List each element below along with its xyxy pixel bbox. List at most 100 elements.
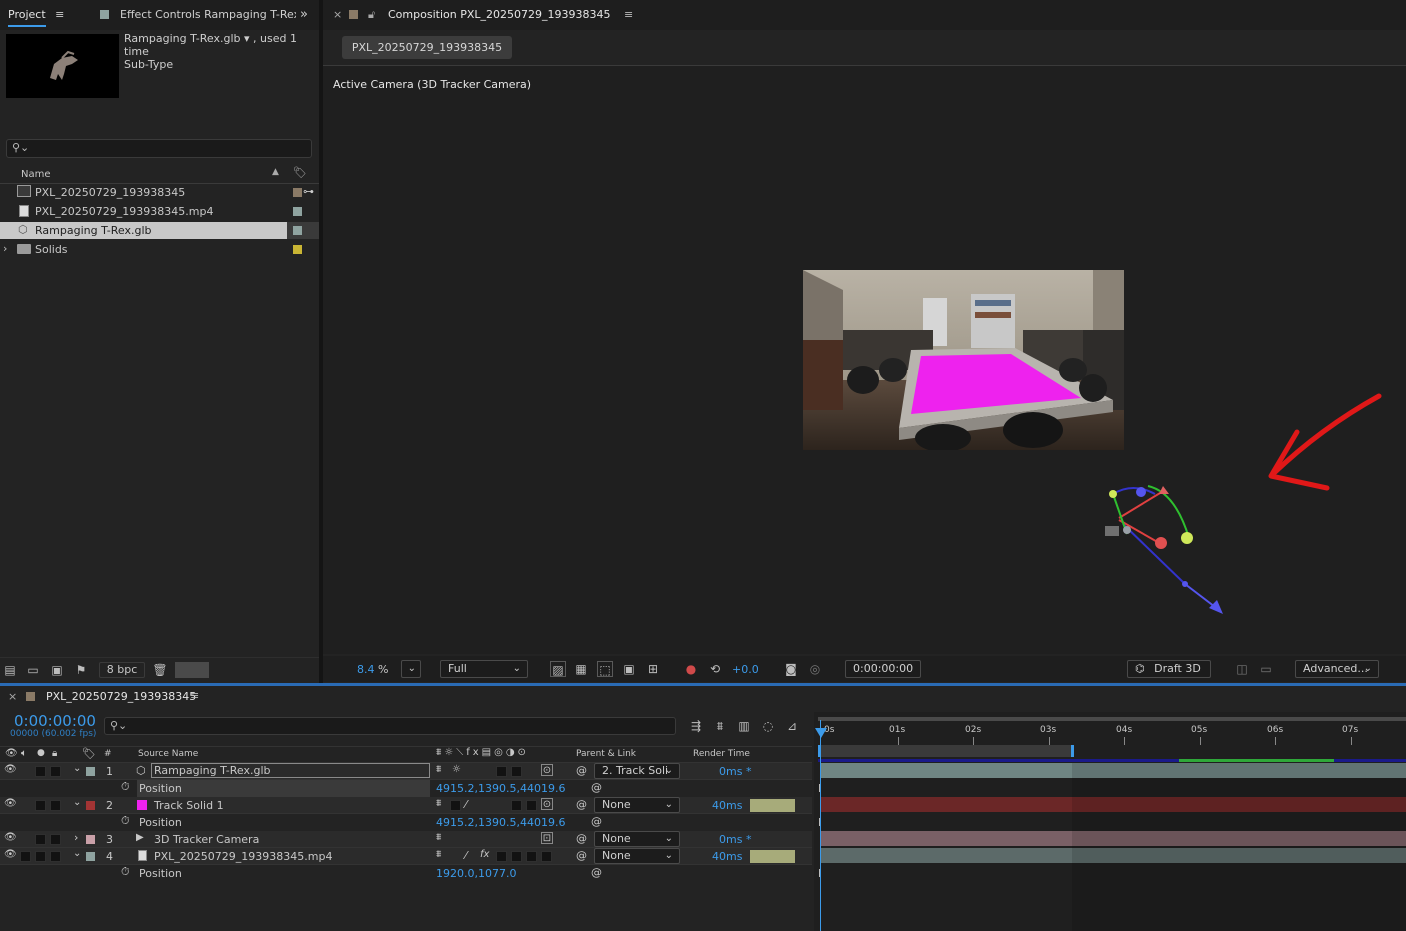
table-row[interactable]: 👁︎ ⌄ 1 ⬡ Rampaging T-Rex.glb ⩩ ☼ ⊙ @ 2. … [0, 763, 812, 780]
sort-ascending-icon[interactable]: ▲ [272, 167, 279, 177]
parent-dropdown[interactable]: None ⌄ [594, 848, 680, 864]
twirl-right-icon[interactable]: › [74, 831, 78, 844]
label-tag-icon[interactable]: 🏷 [293, 166, 307, 179]
property-row[interactable]: ⏱︎ Position 4915.2,1390.5,44019.6 @ [0, 814, 812, 831]
expression-pickwhip-icon[interactable]: @ [591, 815, 602, 828]
collapse-transform-switch-icon[interactable]: ⩩ [436, 798, 441, 809]
timeline-search-input[interactable]: ⚲⌄ [104, 717, 676, 735]
pickwhip-icon[interactable]: @ [576, 832, 587, 845]
collapse-transform-switch-icon[interactable]: ⩩ [436, 764, 441, 775]
lock-toggle[interactable] [50, 851, 61, 862]
stopwatch-icon[interactable]: ⏱︎ [121, 780, 130, 794]
lock-toggle[interactable] [50, 834, 61, 845]
work-area-bar[interactable] [818, 745, 1074, 757]
switch-box[interactable] [541, 851, 552, 862]
property-value[interactable]: 4915.2,1390.5,44019.6 [436, 816, 565, 829]
3d-layer-switch-icon[interactable]: ⊙ [541, 798, 553, 810]
snapshot-camera-icon[interactable]: ◙ [783, 661, 799, 677]
tab-menu-icon[interactable]: ≡ [55, 8, 64, 21]
composition-flowchart-icon[interactable]: ⇶ [688, 718, 704, 734]
renderer-button[interactable]: ⌬ Draft 3D [1127, 660, 1211, 678]
timeline-graph[interactable]: 0s 01s 02s 03s 04s 05s 06s 07s I I I [814, 712, 1406, 931]
motion-blur-icon[interactable]: ◌ [760, 718, 776, 734]
column-name-header[interactable]: Name [21, 169, 51, 180]
tab-effect-controls[interactable]: Effect Controls Rampaging T-Rex.glb [120, 0, 296, 30]
switch-box[interactable] [526, 800, 537, 811]
3d-layer-switch-icon[interactable]: ⊙ [541, 764, 553, 776]
property-value[interactable]: 1920.0,1077.0 [436, 867, 516, 880]
grid-guides-icon[interactable]: ⊞ [645, 661, 661, 677]
twirl-down-icon[interactable]: ⌄ [73, 763, 81, 774]
layer-label-swatch[interactable] [86, 852, 95, 861]
visibility-eye-icon[interactable]: 👁︎ [4, 832, 17, 843]
expression-pickwhip-icon[interactable]: @ [591, 781, 602, 794]
project-search-input[interactable]: ⚲⌄ [6, 139, 312, 158]
twirl-down-icon[interactable]: ⌄ [73, 848, 81, 859]
current-time-display[interactable]: 0:00:00:00 [14, 712, 96, 730]
zoom-dropdown[interactable]: ⌄ [401, 660, 421, 678]
list-item[interactable]: PXL_20250729_193938345 ⊶ [0, 184, 319, 201]
exposure-value[interactable]: +0.0 [732, 663, 759, 676]
chevron-double-right-icon[interactable]: » [300, 0, 308, 30]
table-row[interactable]: 👁︎ ⌄ 2 Track Solid 1 ⩩ ⁄ ⊙ @ None ⌄ 40ms [0, 797, 812, 814]
3d-layer-switch-icon[interactable]: ⊡ [541, 832, 553, 844]
layer-label-swatch[interactable] [86, 801, 95, 810]
switch-box[interactable] [511, 800, 522, 811]
chevron-right-icon[interactable]: › [3, 242, 7, 255]
collapse-transform-switch-icon[interactable]: ⩩ [436, 849, 441, 860]
layer-name[interactable]: Track Solid 1 [154, 799, 224, 812]
quality-slash-icon[interactable]: ⁄ [465, 849, 467, 862]
tab-menu-icon[interactable]: ≡ [624, 8, 633, 21]
composition-viewer[interactable]: Active Camera (3D Tracker Camera) [323, 66, 1406, 654]
layer-name[interactable]: Rampaging T-Rex.glb [151, 763, 430, 778]
parent-dropdown[interactable]: None ⌄ [594, 797, 680, 813]
property-row[interactable]: ⏱︎ Position 1920.0,1077.0 @ [0, 865, 812, 882]
parent-dropdown[interactable]: None ⌄ [594, 831, 680, 847]
new-composition-icon[interactable]: ▣ [49, 662, 65, 678]
switch-box[interactable] [511, 766, 522, 777]
layer-label-swatch[interactable] [86, 835, 95, 844]
layer-label-swatch[interactable] [86, 767, 95, 776]
close-icon[interactable]: × [333, 0, 342, 30]
source-name-header[interactable]: Source Name [138, 749, 198, 759]
time-navigator-bar[interactable] [818, 717, 1406, 721]
twirl-down-icon[interactable]: ⌄ [73, 797, 81, 808]
advanced-dropdown[interactable]: Advanced... ⌄ [1295, 660, 1379, 678]
trash-icon[interactable]: 🗑 [152, 662, 168, 678]
flowchart-icon[interactable]: ⊶ [303, 185, 314, 198]
quality-slash-icon[interactable]: ⁄ [465, 798, 467, 811]
table-row[interactable]: 👁︎ › 3 ▶ 3D Tracker Camera ⩩ ⊡ @ None ⌄ … [0, 831, 812, 848]
ruler[interactable]: 0s 01s 02s 03s 04s 05s 06s 07s [814, 724, 1406, 746]
show-snapshot-icon[interactable]: ◎ [807, 661, 823, 677]
lock-toggle[interactable] [50, 766, 61, 777]
zoom-value[interactable]: 8.4 [357, 663, 375, 676]
3d-ground-plane-icon[interactable]: ▭ [1258, 661, 1274, 677]
timecode-field[interactable]: 0:00:00:00 [845, 660, 921, 678]
pickwhip-icon[interactable]: @ [576, 849, 587, 862]
3d-transform-gizmo[interactable] [1093, 480, 1233, 620]
list-item[interactable]: ⬡ Rampaging T-Rex.glb [0, 222, 287, 239]
resolution-dropdown[interactable]: Full ⌄ [440, 660, 528, 678]
switch-box[interactable] [526, 851, 537, 862]
visibility-eye-icon[interactable]: 👁︎ [4, 849, 17, 860]
stopwatch-icon[interactable]: ⏱︎ [121, 865, 130, 879]
stopwatch-icon[interactable]: ⏱︎ [121, 814, 130, 828]
property-value[interactable]: 4915.2,1390.5,44019.6 [436, 782, 565, 795]
mask-visibility-icon[interactable]: ⬚ [597, 661, 613, 677]
lock-icon[interactable]: 🔓︎ [368, 0, 375, 30]
draft-3d-toggle-icon[interactable]: ⩩ [712, 718, 728, 734]
switch-box[interactable] [496, 851, 507, 862]
pickwhip-icon[interactable]: @ [576, 798, 587, 811]
view-layout-icon[interactable]: ◫ [1234, 661, 1250, 677]
audio-toggle[interactable] [35, 800, 46, 811]
selected-item-dropdown-icon[interactable]: ▾ [244, 32, 250, 45]
layer-name[interactable]: 3D Tracker Camera [154, 833, 259, 846]
close-icon[interactable]: × [8, 690, 17, 703]
bpc-button[interactable]: 8 bpc [99, 662, 145, 678]
interpret-footage-icon[interactable]: ▤ [2, 662, 18, 678]
visibility-eye-icon[interactable]: 👁︎ [4, 798, 17, 809]
parent-dropdown[interactable]: 2. Track Soli ⌄ [594, 763, 680, 779]
tab-composition[interactable]: Composition PXL_20250729_193938345 ≡ [388, 0, 633, 30]
comp-tab-button[interactable]: PXL_20250729_193938345 [342, 36, 512, 59]
tab-menu-icon[interactable]: ≡ [190, 689, 199, 702]
